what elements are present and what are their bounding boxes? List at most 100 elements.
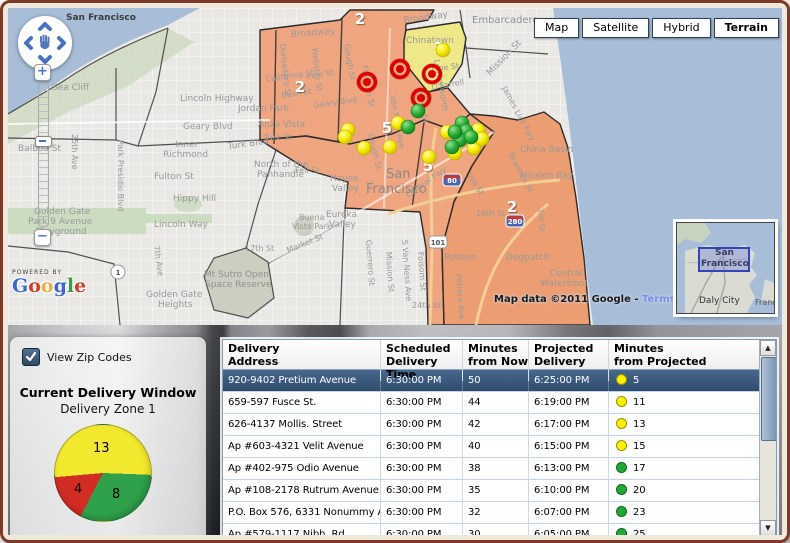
highway-shield-101: 101 <box>431 239 446 247</box>
delivery-marker-green[interactable] <box>448 125 462 139</box>
minutes-from-projected-value: 5 <box>633 375 639 386</box>
map-pan-control[interactable] <box>18 16 72 70</box>
street-label: Geary Blvd <box>183 122 233 132</box>
table-cell: 6:13:00 PM <box>529 458 609 479</box>
table-cell: 6:30:00 PM <box>381 392 463 413</box>
zoom-slider-handle[interactable] <box>35 136 52 147</box>
table-row[interactable]: 626-4137 Mollis. Street6:30:00 PM426:17:… <box>223 414 759 436</box>
delivery-window-panel: View Zip Codes Current Delivery Window D… <box>10 337 206 535</box>
status-panel-background: View Zip Codes Current Delivery Window D… <box>8 325 782 535</box>
map-type-button-satellite[interactable]: Satellite <box>582 18 649 38</box>
street-label: Space Reserve <box>205 280 272 290</box>
table-row[interactable]: P.O. Box 576, 6331 Nonummy Ave6:30:00 PM… <box>223 502 759 524</box>
street-label: 17th St <box>245 244 274 253</box>
street-label: Potrero <box>444 253 477 263</box>
map-type-button-hybrid[interactable]: Hybrid <box>652 18 710 38</box>
table-cell-minutes-from-projected: 15 <box>609 436 759 457</box>
map-type-selector: Map Satellite Hybrid Terrain <box>534 18 779 38</box>
street-label: Vista Park <box>292 222 332 231</box>
pan-down-arrow <box>40 57 50 62</box>
pan-up-arrow <box>40 24 50 29</box>
street-label: Buena <box>299 213 325 222</box>
panel-subtitle: Delivery Zone 1 <box>10 402 206 416</box>
street-label: Inner <box>175 140 199 150</box>
table-cell: 6:30:00 PM <box>381 414 463 435</box>
table-cell: 6:30:00 PM <box>381 458 463 479</box>
table-cell-minutes-from-projected: 25 <box>609 524 759 535</box>
table-cell: 32 <box>463 502 529 523</box>
table-cell: 6:30:00 PM <box>381 436 463 457</box>
pie-slice-label-late: 4 <box>74 482 82 497</box>
delivery-marker-green[interactable] <box>401 120 415 134</box>
table-row[interactable]: Ap #108-2178 Rutrum Avenue6:30:00 PM356:… <box>223 480 759 502</box>
scrollbar-down-button[interactable]: ▼ <box>760 520 776 535</box>
hand-icon <box>40 35 50 50</box>
view-zip-codes-checkbox[interactable] <box>22 348 40 366</box>
street-label: Valley <box>329 220 357 230</box>
street-label: Anza Vista <box>258 120 305 130</box>
street-label: Eureka <box>326 210 357 220</box>
minutes-from-projected-value: 25 <box>633 529 646 535</box>
table-cell: Ap #108-2178 Rutrum Avenue <box>223 480 381 501</box>
google-logo[interactable]: POWERED BY Google <box>12 269 86 296</box>
attribution-text: Map data ©2011 Google - <box>494 294 639 305</box>
inset-viewport-rectangle[interactable] <box>699 248 749 271</box>
zone-count-label: 5 <box>382 119 392 137</box>
street-label: Valley <box>332 184 360 194</box>
table-row[interactable]: Ap #603-4321 Velit Avenue6:30:00 PM406:1… <box>223 436 759 458</box>
street-label: 24th St <box>412 301 441 310</box>
street-label: Lincoln Way <box>154 220 209 230</box>
delivery-marker-green[interactable] <box>411 104 425 118</box>
table-cell: 6:30:00 PM <box>381 502 463 523</box>
table-cell: Ap #579-1117 Nibh. Rd. <box>223 524 381 535</box>
table-row[interactable]: 659-597 Fusce St.6:30:00 PM446:19:00 PM1… <box>223 392 759 414</box>
delivery-status-pie-chart: 1384 <box>54 424 152 522</box>
zoom-in-button[interactable]: + <box>34 64 51 81</box>
scrollbar-up-button[interactable]: ▲ <box>760 340 776 356</box>
delivery-marker-yellow[interactable] <box>357 141 371 155</box>
alert-marker-red[interactable] <box>422 64 442 84</box>
table-row[interactable]: Ap #579-1117 Nibh. Rd.6:30:00 PM306:05:0… <box>223 524 759 535</box>
delivery-marker-yellow[interactable] <box>383 140 397 154</box>
delivery-marker-green[interactable] <box>464 130 478 144</box>
google-wordmark: Google <box>12 276 86 296</box>
table-cell: 6:30:00 PM <box>381 370 463 391</box>
scrollbar-thumb[interactable] <box>761 357 777 441</box>
zone-count-label: 2 <box>295 78 305 96</box>
street-label: Fulton St <box>154 172 194 182</box>
street-label: Mission Bay <box>520 171 574 181</box>
table-row[interactable]: 920-9402 Pretium Avenue6:30:00 PM506:25:… <box>223 370 759 392</box>
table-cell-minutes-from-projected: 5 <box>609 370 759 391</box>
table-cell-minutes-from-projected: 11 <box>609 392 759 413</box>
pan-left-arrow <box>26 38 31 48</box>
minutes-from-projected-value: 11 <box>633 397 646 408</box>
map-type-button-map[interactable]: Map <box>534 18 579 38</box>
street-label: 25th Ave <box>70 134 79 170</box>
table-cell: Ap #402-975 Odio Avenue <box>223 458 381 479</box>
zoom-slider-track[interactable] <box>38 83 49 227</box>
overview-inset-map[interactable]: SanFranciscoDaly CityFranci <box>676 222 775 314</box>
table-cell: 6:15:00 PM <box>529 436 609 457</box>
highway-shield-1: 1 <box>116 269 121 277</box>
status-dot-green <box>616 462 627 473</box>
delivery-marker-yellow[interactable] <box>338 130 352 144</box>
panel-title: Current Delivery Window <box>10 385 206 400</box>
highway-shield-280: 280 <box>508 218 523 226</box>
table-row[interactable]: Ap #402-975 Odio Avenue6:30:00 PM386:13:… <box>223 458 759 480</box>
delivery-marker-yellow[interactable] <box>436 43 450 57</box>
map-viewport[interactable]: 801012801 San FranciscoSea CliffLincoln … <box>8 8 782 325</box>
zone-count-label: 2 <box>355 10 365 28</box>
delivery-marker-yellow[interactable] <box>422 150 436 164</box>
minutes-from-projected-value: 17 <box>633 463 646 474</box>
zoom-out-button[interactable]: − <box>34 229 51 246</box>
delivery-marker-green[interactable] <box>445 140 459 154</box>
status-dot-yellow <box>616 374 627 385</box>
map-type-button-terrain[interactable]: Terrain <box>714 18 779 38</box>
alert-marker-red[interactable] <box>357 72 377 92</box>
status-dot-yellow <box>616 396 627 407</box>
alert-marker-red[interactable] <box>390 59 410 79</box>
table-cell: 44 <box>463 392 529 413</box>
table-scrollbar[interactable]: ▲ ▼ <box>759 340 776 535</box>
street-label: San <box>386 167 410 182</box>
status-dot-green <box>616 528 627 536</box>
